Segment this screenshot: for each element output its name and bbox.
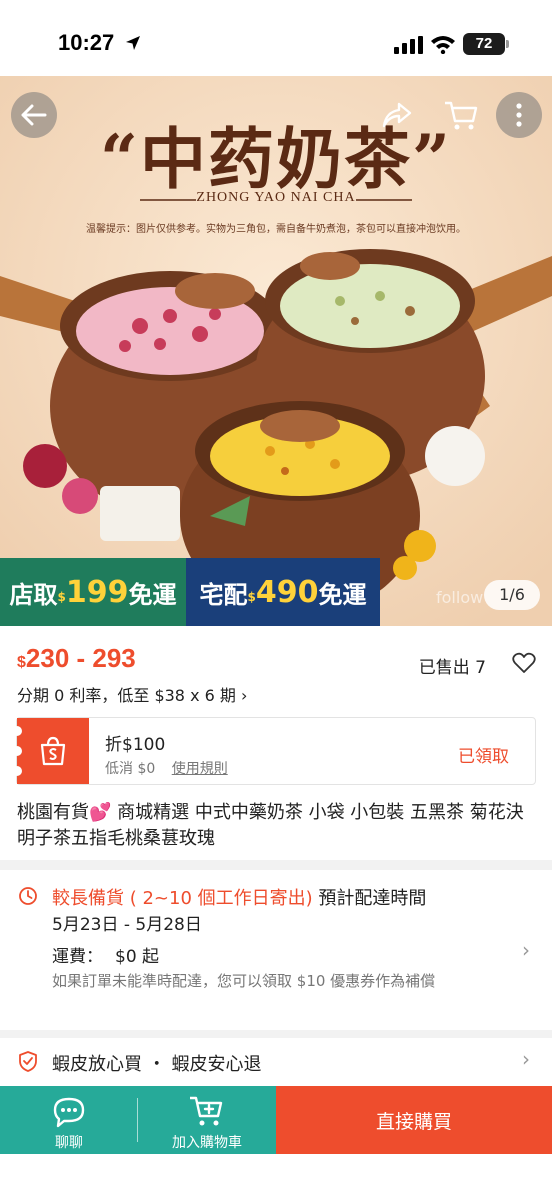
delivery-label: 宅配 <box>199 580 248 609</box>
pickup-free-shipping-banner: 店取 $ 199 免運 <box>0 558 186 626</box>
pickup-label: 店取 <box>9 580 58 609</box>
status-bar: 10:27 72 <box>0 0 552 76</box>
shipping-estimate-label: 預計配達時間 <box>312 888 427 909</box>
hero-note-text: 温馨提示：图片仅供参考。实物为三角包，需自备牛奶煮泡，茶包可以直接冲泡饮用。 <box>86 224 466 235</box>
image-page-indicator: 1/6 <box>484 580 540 610</box>
shipping-row[interactable] <box>0 920 552 1020</box>
shop-voucher[interactable]: 折$100 低消 $0 使用規則 已領取 <box>12 717 536 785</box>
cart-button[interactable] <box>438 92 484 138</box>
price-currency: $ <box>17 654 26 671</box>
shipping-prep-time: 較長備貨 ( 2~10 個工作日寄出) 預計配達時間 <box>52 884 426 910</box>
price-range: $230 - 293 <box>17 643 136 674</box>
guarantee-chevron-right-icon[interactable]: › <box>522 1047 530 1071</box>
add-to-cart-label: 加入購物車 <box>172 1135 242 1151</box>
installment-info[interactable]: 分期 0 利率，低至 $38 x 6 期 › <box>17 682 247 706</box>
image-watermark: follow <box>436 588 484 607</box>
more-options-button[interactable] <box>496 92 542 138</box>
shopee-guarantee[interactable]: 蝦皮放心買 ・ 蝦皮安心退 <box>52 1050 261 1076</box>
shopee-bag-icon <box>40 736 66 766</box>
clock-icon <box>19 887 37 905</box>
voucher-rules-link[interactable]: 使用規則 <box>172 761 228 777</box>
voucher-badge <box>17 718 89 784</box>
back-button[interactable] <box>11 92 57 138</box>
voucher-notch <box>12 726 22 736</box>
battery-indicator: 72 <box>463 33 505 55</box>
delivery-suffix: 免運 <box>318 580 367 609</box>
shield-check-icon <box>19 1051 37 1072</box>
pickup-suffix: 免運 <box>128 580 177 609</box>
voucher-notch <box>12 746 22 756</box>
add-to-cart-icon <box>190 1096 223 1126</box>
shopping-cart-icon <box>445 101 478 130</box>
voucher-claimed-button[interactable]: 已領取 <box>458 742 509 767</box>
pickup-amount: 199 <box>65 574 129 610</box>
chat-label: 聊聊 <box>55 1135 83 1151</box>
status-time: 10:27 <box>58 30 115 55</box>
hero-subtitle-text: ZHONG YAO NAI CHA <box>196 190 356 205</box>
battery-nub <box>506 40 509 48</box>
chat-bubble-icon <box>53 1097 85 1128</box>
voucher-discount: 折$100 <box>105 735 166 755</box>
section-divider <box>0 1030 552 1038</box>
product-title: 桃園有貨💕 商城精選 中式中藥奶茶 小袋 小包裝 五黑茶 菊花決明子茶五指毛桃桑… <box>17 802 524 849</box>
heart-icon[interactable] <box>512 652 536 674</box>
cellular-signal-icon <box>394 36 423 54</box>
wifi-icon <box>431 36 455 54</box>
delivery-amount: 490 <box>255 574 319 610</box>
more-vertical-icon <box>516 103 522 127</box>
buy-now-button[interactable]: 直接購買 <box>276 1086 552 1154</box>
product-image-carousel[interactable]: “中药奶茶” ZHONG YAO NAI CHA 温馨提示：图片仅供参考。实物为… <box>0 76 552 626</box>
voucher-min-spend: 低消 $0 <box>105 761 156 777</box>
delivery-currency: $ <box>247 590 256 604</box>
share-icon <box>382 102 412 128</box>
chat-button[interactable]: 聊聊 <box>0 1086 138 1154</box>
price-value: 230 - 293 <box>25 643 136 673</box>
home-indicator-area <box>0 1154 552 1200</box>
pickup-currency: $ <box>57 590 66 604</box>
add-to-cart-button[interactable]: 加入購物車 <box>138 1086 276 1154</box>
delivery-free-shipping-banner: 宅配 $ 490 免運 <box>186 558 380 626</box>
sold-count: 已售出 7 <box>418 658 486 678</box>
shipping-prep-highlight: 較長備貨 ( 2~10 個工作日寄出) <box>52 888 313 909</box>
arrow-left-icon <box>21 104 47 126</box>
share-button[interactable] <box>374 92 420 138</box>
voucher-conditions: 低消 $0 使用規則 <box>105 758 228 778</box>
voucher-notch <box>12 766 22 776</box>
section-divider <box>0 860 552 870</box>
bottom-action-bar: 聊聊 加入購物車 直接購買 <box>0 1086 552 1154</box>
location-arrow-icon <box>126 36 140 50</box>
